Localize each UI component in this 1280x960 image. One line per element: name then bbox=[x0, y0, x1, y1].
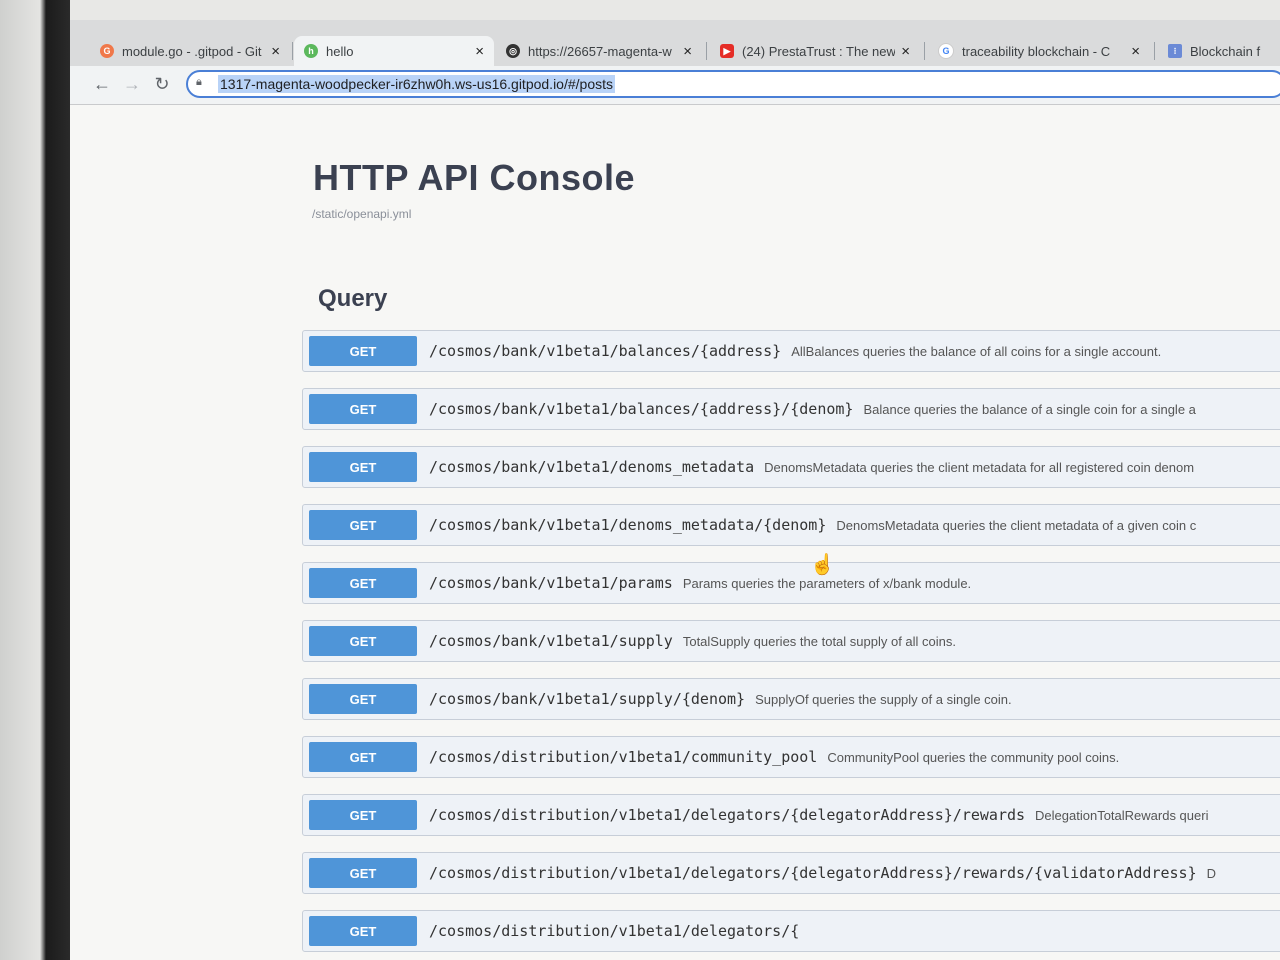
url-text[interactable]: 1317-magenta-woodpecker-ir6zhw0h.ws-us16… bbox=[218, 75, 615, 93]
tab-label: module.go - .gitpod - Git bbox=[122, 43, 262, 59]
page-title: HTTP API Console bbox=[313, 157, 636, 198]
method-badge: GET bbox=[309, 568, 417, 598]
forward-icon[interactable]: → bbox=[120, 72, 144, 96]
tab-hello[interactable]: h hello × bbox=[294, 36, 494, 66]
tab-separator bbox=[706, 42, 707, 60]
google-icon: G bbox=[938, 43, 954, 59]
operation-path: /cosmos/distribution/v1beta1/delegators/… bbox=[429, 922, 800, 940]
tab-prestatrust[interactable]: ▶ (24) PrestaTrust : The new × bbox=[710, 36, 920, 66]
operation-row[interactable]: GET/cosmos/bank/v1beta1/denoms_metadata/… bbox=[302, 504, 1280, 546]
operation-row[interactable]: GET/cosmos/distribution/v1beta1/delegato… bbox=[302, 852, 1280, 894]
method-badge: GET bbox=[309, 800, 417, 830]
tab-label: hello bbox=[326, 43, 354, 59]
operation-path: /cosmos/bank/v1beta1/supply/{denom} bbox=[429, 690, 746, 708]
tab-label: (24) PrestaTrust : The new bbox=[742, 43, 896, 59]
browser-window: G module.go - .gitpod - Git × h hello × … bbox=[70, 20, 1280, 960]
section-heading[interactable]: Query bbox=[318, 285, 387, 313]
tab-blockchain[interactable]: ⁝ Blockchain f bbox=[1158, 36, 1280, 66]
address-bar[interactable]: 🔒︎ 1317-magenta-woodpecker-ir6zhw0h.ws-u… bbox=[186, 70, 1280, 98]
operation-description: TotalSupply queries the total supply of … bbox=[682, 633, 957, 649]
tab-close-icon[interactable]: × bbox=[901, 43, 910, 60]
lock-icon: 🔒︎ bbox=[196, 76, 202, 88]
tab-close-icon[interactable]: × bbox=[683, 43, 692, 60]
operation-path: /cosmos/bank/v1beta1/supply bbox=[429, 632, 673, 650]
method-badge: GET bbox=[309, 858, 417, 888]
tab-label: Blockchain f bbox=[1190, 43, 1261, 59]
operations-list: GET/cosmos/bank/v1beta1/balances/{addres… bbox=[302, 330, 1280, 960]
method-badge: GET bbox=[309, 394, 417, 424]
operation-row[interactable]: GET/cosmos/bank/v1beta1/supply/{denom} Su… bbox=[302, 678, 1280, 720]
operation-path: /cosmos/distribution/v1beta1/delegators/… bbox=[429, 864, 1197, 882]
browser-toolbar: ← → ↻ 🔒︎ 1317-magenta-woodpecker-ir6zhw0… bbox=[70, 66, 1280, 105]
operation-path: /cosmos/distribution/v1beta1/community_p… bbox=[429, 748, 818, 766]
api-console-page: HTTP API Console /static/openapi.yml Que… bbox=[70, 105, 1280, 960]
tab-strip: G module.go - .gitpod - Git × h hello × … bbox=[70, 20, 1280, 70]
operation-path: /cosmos/bank/v1beta1/params bbox=[429, 574, 673, 592]
method-badge: GET bbox=[309, 684, 417, 714]
tab-close-icon[interactable]: × bbox=[475, 43, 484, 60]
youtube-icon: ▶ bbox=[720, 44, 734, 58]
operation-description: DelegationTotalRewards queri bbox=[1035, 807, 1209, 823]
operation-row[interactable]: GET/cosmos/distribution/v1beta1/delegato… bbox=[302, 910, 1280, 952]
operation-row[interactable]: GET/cosmos/bank/v1beta1/params Params que… bbox=[302, 562, 1280, 604]
operation-description: CommunityPool queries the community pool… bbox=[827, 749, 1120, 765]
tab-separator bbox=[292, 42, 293, 60]
operation-path: /cosmos/bank/v1beta1/balances/{address}/… bbox=[429, 400, 854, 418]
tab-label: https://26657-magenta-w bbox=[528, 43, 672, 59]
operation-description: Params queries the parameters of x/bank … bbox=[682, 575, 972, 591]
operation-description: Balance queries the balance of a single … bbox=[863, 401, 1196, 417]
operation-row[interactable]: GET/cosmos/bank/v1beta1/denoms_metadata D… bbox=[302, 446, 1280, 488]
globe-icon: ◎ bbox=[506, 44, 520, 58]
tab-traceability[interactable]: G traceability blockchain - C × bbox=[928, 36, 1150, 66]
tab-separator bbox=[1154, 42, 1155, 60]
operation-path: /cosmos/bank/v1beta1/denoms_metadata bbox=[429, 458, 755, 476]
monitor-bezel-left bbox=[0, 0, 70, 960]
operation-description: DenomsMetadata queries the client metada… bbox=[764, 459, 1195, 475]
method-badge: GET bbox=[309, 510, 417, 540]
operation-description: DenomsMetadata queries the client metada… bbox=[836, 517, 1197, 533]
tab-magenta[interactable]: ◎ https://26657-magenta-w × bbox=[496, 36, 702, 66]
operation-row[interactable]: GET/cosmos/bank/v1beta1/balances/{addres… bbox=[302, 330, 1280, 372]
operation-description: AllBalances queries the balance of all c… bbox=[791, 343, 1162, 359]
grid-icon: ⁝ bbox=[1168, 44, 1182, 58]
operation-path: /cosmos/bank/v1beta1/balances/{address} bbox=[429, 342, 782, 360]
operation-row[interactable]: GET/cosmos/bank/v1beta1/balances/{addres… bbox=[302, 388, 1280, 430]
operation-row[interactable]: GET/cosmos/distribution/v1beta1/delegato… bbox=[302, 794, 1280, 836]
gitpod-icon: G bbox=[100, 44, 114, 58]
operation-description: SupplyOf queries the supply of a single … bbox=[755, 691, 1012, 707]
back-icon[interactable]: ← bbox=[90, 72, 114, 96]
operation-row[interactable]: GET/cosmos/bank/v1beta1/supply TotalSuppl… bbox=[302, 620, 1280, 662]
operation-path: /cosmos/distribution/v1beta1/delegators/… bbox=[429, 806, 1026, 824]
method-badge: GET bbox=[309, 336, 417, 366]
hand-cursor-icon: ☝ bbox=[810, 554, 835, 576]
operation-description: D bbox=[1206, 865, 1217, 881]
tab-module-go[interactable]: G module.go - .gitpod - Git × bbox=[90, 36, 290, 66]
app-icon: h bbox=[304, 44, 318, 58]
method-badge: GET bbox=[309, 916, 417, 946]
operation-path: /cosmos/bank/v1beta1/denoms_metadata/{de… bbox=[429, 516, 827, 534]
tab-close-icon[interactable]: × bbox=[271, 43, 280, 60]
method-badge: GET bbox=[309, 452, 417, 482]
tab-separator bbox=[924, 42, 925, 60]
method-badge: GET bbox=[309, 742, 417, 772]
method-badge: GET bbox=[309, 626, 417, 656]
operation-row[interactable]: GET/cosmos/distribution/v1beta1/communit… bbox=[302, 736, 1280, 778]
tab-close-icon[interactable]: × bbox=[1131, 43, 1140, 60]
reload-icon[interactable]: ↻ bbox=[150, 72, 174, 96]
spec-link[interactable]: /static/openapi.yml bbox=[312, 207, 411, 221]
tab-label: traceability blockchain - C bbox=[962, 43, 1111, 59]
